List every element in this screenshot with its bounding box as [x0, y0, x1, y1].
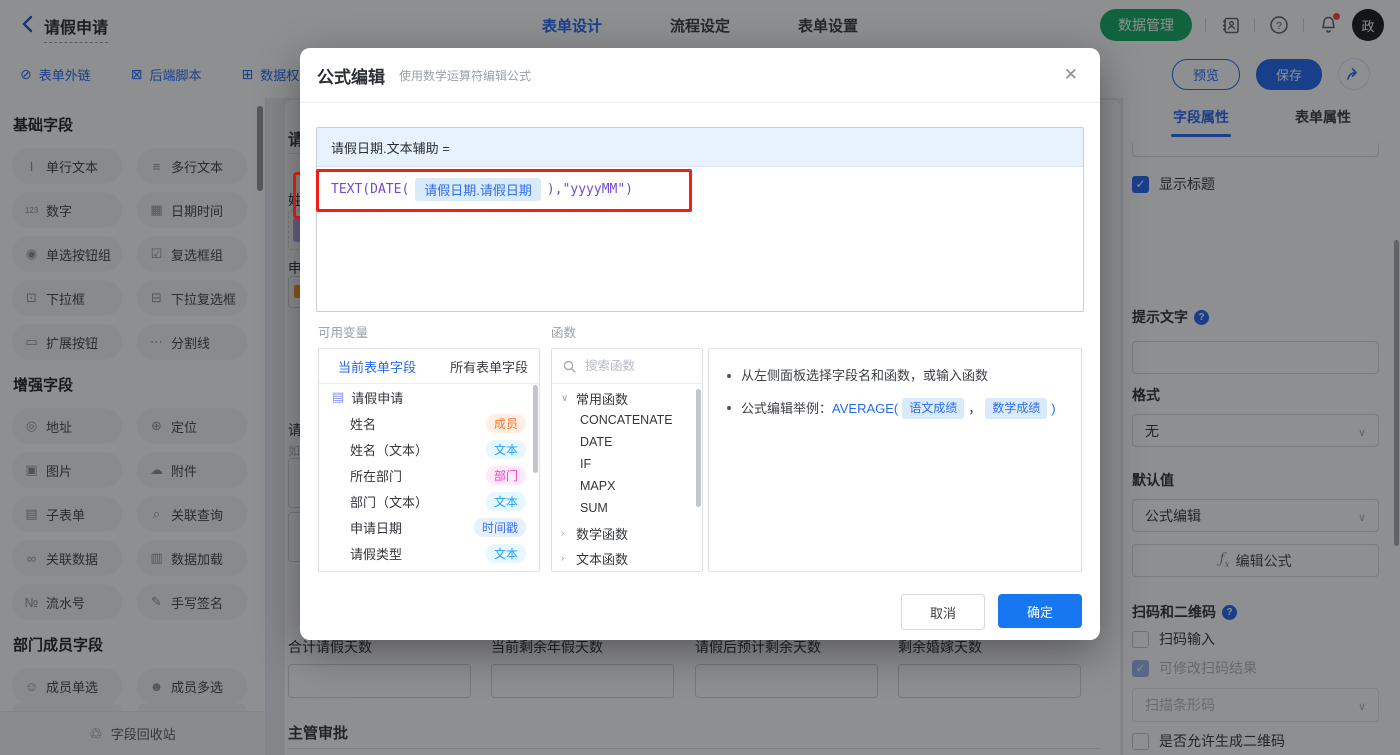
- chevron-right-icon: ›: [561, 527, 565, 539]
- variables-tab[interactable]: 所有表单字段: [450, 357, 528, 376]
- variables-panel: 当前表单字段 所有表单字段 ▤ 请假申请 姓名 成员 姓名（文本） 文本 所在部门 部门 部门…: [318, 348, 540, 572]
- close-icon[interactable]: ✕: [1064, 65, 1078, 85]
- chevron-down-icon: ∨: [561, 392, 569, 404]
- formula-prefix: TEXT(DATE(: [331, 182, 410, 197]
- variable-type-badge: 时间戳: [473, 517, 526, 537]
- variable-row[interactable]: 请假类型 文本: [319, 540, 539, 566]
- confirm-button[interactable]: 确定: [998, 594, 1082, 628]
- formula-box: 请假日期.文本辅助 = TEXT(DATE( 请假日期.请假日期 ),"yyyy…: [316, 127, 1084, 312]
- functions-scrollbar[interactable]: [696, 389, 701, 507]
- variable-row[interactable]: 申请日期 时间戳: [319, 514, 539, 540]
- function-group[interactable]: › 文本函数: [552, 547, 702, 569]
- variable-type-badge: 部门: [485, 465, 526, 485]
- form-doc-icon: ▤: [332, 389, 345, 404]
- function-group-label: 常用函数: [576, 391, 629, 407]
- function-item[interactable]: CONCATENATE: [552, 409, 702, 431]
- search-icon: [563, 360, 576, 373]
- variable-name: 请假类型: [350, 546, 403, 562]
- help-line-2: 公式编辑举例： AVERAGE(语文成绩，数学成绩): [725, 398, 1065, 419]
- variables-root-node[interactable]: ▤ 请假申请: [319, 384, 539, 410]
- help-line-1: 从左侧面板选择字段名和函数，或输入函数: [725, 366, 1065, 385]
- formula-editor-modal: 公式编辑 使用数学运算符编辑公式 ✕ 请假日期.文本辅助 = TEXT(DATE…: [300, 48, 1100, 640]
- bullet-icon: [727, 406, 731, 410]
- example-chip: 语文成绩: [902, 398, 965, 419]
- function-item[interactable]: DATE: [552, 431, 702, 453]
- variable-type-badge: 成员: [485, 413, 526, 433]
- chevron-right-icon: ›: [561, 552, 565, 564]
- formula-suffix: ),"yyyyMM"): [546, 182, 633, 197]
- function-item[interactable]: MAPX: [552, 475, 702, 497]
- modal-title: 公式编辑: [317, 67, 385, 87]
- variable-row[interactable]: 所在部门 部门: [319, 462, 539, 488]
- function-item[interactable]: IF: [552, 453, 702, 475]
- variable-row[interactable]: 部门（文本） 文本: [319, 488, 539, 514]
- variables-tabs: 当前表单字段 所有表单字段: [319, 349, 539, 384]
- field-chip[interactable]: 请假日期.请假日期: [415, 178, 541, 201]
- functions-panel: ∨ 常用函数 CONCATENATEDATEIFMAPXSUM › 数学函数 › 文本函数: [551, 348, 703, 572]
- variable-type-badge: 文本: [485, 439, 526, 459]
- variable-name: 申请日期: [350, 520, 403, 536]
- function-group-label: 数学函数: [576, 526, 629, 542]
- example-chip: 数学成绩: [985, 398, 1048, 419]
- variables-label: 可用变量: [318, 326, 369, 340]
- function-group[interactable]: › 数学函数: [552, 522, 702, 544]
- formula-help-panel: 从左侧面板选择字段名和函数，或输入函数 公式编辑举例： AVERAGE(语文成绩，…: [708, 348, 1082, 572]
- function-item[interactable]: SUM: [552, 497, 702, 519]
- modal-header: 公式编辑 使用数学运算符编辑公式 ✕: [300, 48, 1100, 103]
- formula-editor[interactable]: TEXT(DATE( 请假日期.请假日期 ),"yyyyMM"): [317, 167, 1083, 201]
- function-search[interactable]: [552, 349, 702, 384]
- functions-label: 函数: [551, 326, 577, 340]
- variable-type-badge: 文本: [485, 543, 526, 563]
- cancel-button[interactable]: 取消: [901, 594, 985, 630]
- variable-name: 所在部门: [350, 468, 403, 484]
- modal-subtitle: 使用数学运算符编辑公式: [399, 68, 532, 83]
- variable-row[interactable]: 姓名 成员: [319, 410, 539, 436]
- variables-tab[interactable]: 当前表单字段: [338, 357, 416, 376]
- variable-name: 姓名: [350, 416, 377, 432]
- bullet-icon: [727, 374, 731, 378]
- function-group-label: 文本函数: [576, 551, 629, 567]
- variable-name: 部门（文本）: [350, 494, 429, 510]
- formula-target: 请假日期.文本辅助 =: [317, 128, 1083, 167]
- variable-type-badge: 文本: [485, 491, 526, 511]
- variables-scrollbar[interactable]: [533, 385, 538, 473]
- function-group[interactable]: ∨ 常用函数: [552, 387, 702, 409]
- variable-row[interactable]: 姓名（文本） 文本: [319, 436, 539, 462]
- variable-name: 姓名（文本）: [350, 442, 429, 458]
- function-search-input[interactable]: [583, 358, 687, 374]
